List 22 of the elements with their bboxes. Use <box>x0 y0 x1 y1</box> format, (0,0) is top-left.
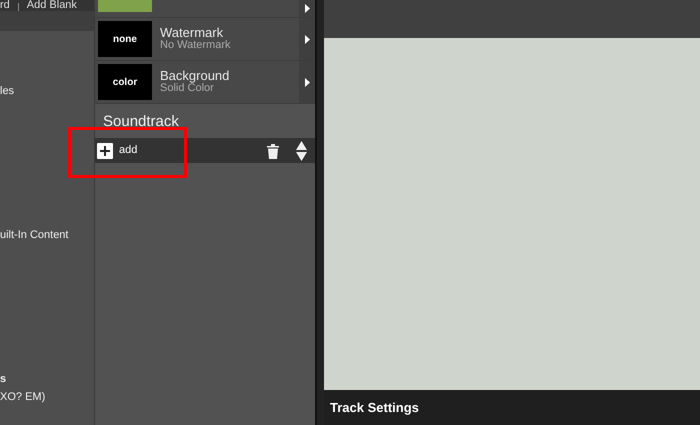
layer-title: Background <box>160 69 230 82</box>
layer-title: Watermark <box>160 26 224 39</box>
section-title: Soundtrack <box>103 112 179 132</box>
list-item[interactable]: uilt-In Content <box>0 227 68 244</box>
list-item[interactable]: s <box>0 371 6 388</box>
thumbnail: none <box>98 21 152 57</box>
panel-title: Track Settings <box>330 398 419 417</box>
list-item[interactable]: les <box>0 83 14 100</box>
expand-arrow-icon[interactable] <box>304 4 310 13</box>
expand-arrow-icon[interactable] <box>304 78 310 86</box>
thumbnail: color <box>98 64 152 100</box>
expand-arrow-icon[interactable] <box>304 34 310 44</box>
add-button[interactable]: add <box>97 142 138 159</box>
list-item[interactable]: XO? EM) <box>0 389 46 406</box>
plus-icon <box>97 142 113 158</box>
photo-thumbnail <box>98 0 152 12</box>
trash-icon[interactable] <box>266 142 280 158</box>
toolbar-button[interactable]: Add Blank <box>26 0 77 11</box>
reorder-arrows-icon[interactable] <box>296 140 307 160</box>
layer-subtitle: Solid Color <box>160 82 214 95</box>
layer-subtitle: No Watermark <box>160 39 232 52</box>
toolbar-button[interactable]: rd <box>0 0 10 11</box>
